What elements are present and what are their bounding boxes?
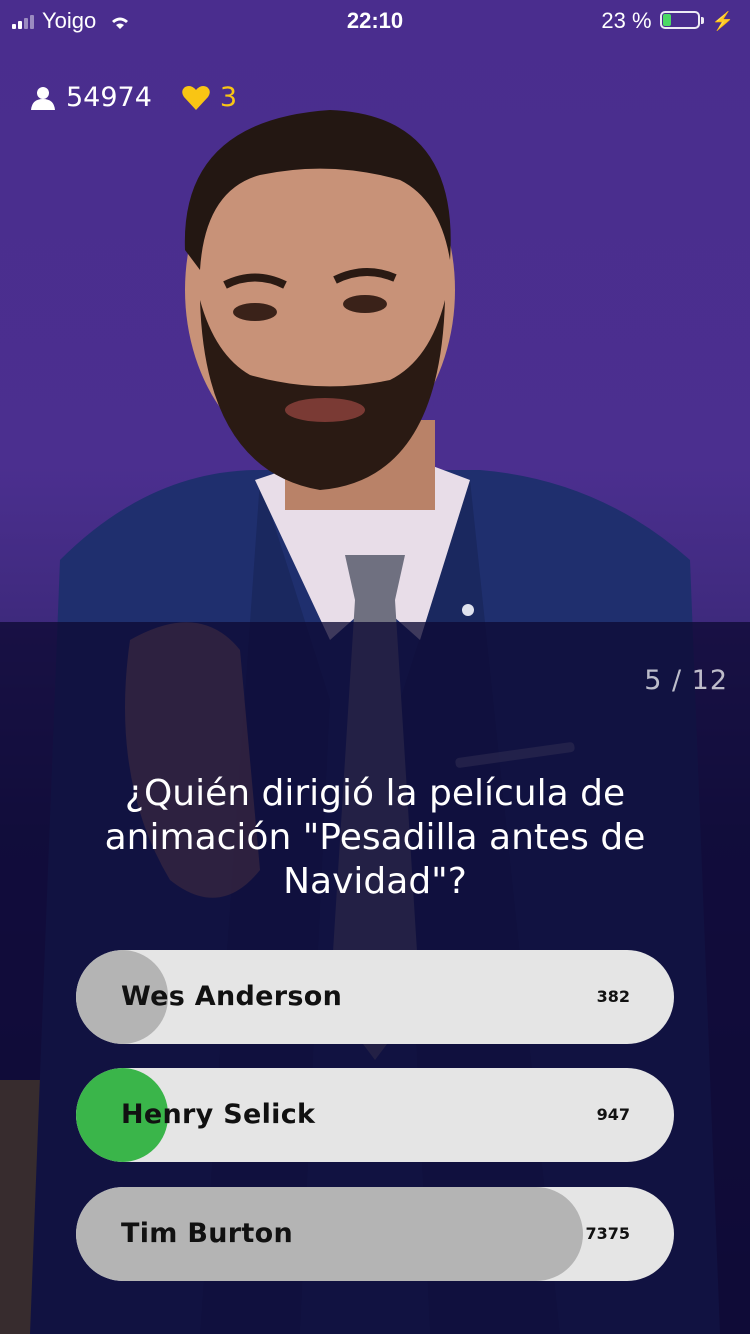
viewer-count: 54974	[30, 82, 152, 113]
game-stats: 54974 3	[30, 82, 237, 113]
battery-percent: 23 %	[601, 8, 652, 33]
answer-label: Henry Selick	[121, 1099, 316, 1130]
battery-level-fill	[662, 14, 671, 26]
question-text: ¿Quién dirigió la película de animación …	[104, 773, 646, 902]
answer-vote-count: 7375	[585, 1224, 630, 1243]
answer-label: Tim Burton	[121, 1218, 294, 1249]
answer-option-2[interactable]: Henry Selick 947	[76, 1068, 674, 1162]
question-counter: 5 / 12	[644, 665, 728, 696]
charging-bolt-icon: ⚡	[711, 10, 734, 31]
status-right: 23 % ⚡	[601, 8, 734, 34]
heart-icon	[182, 85, 210, 110]
status-bar: Yoigo 22:10 23 % ⚡	[0, 0, 750, 40]
viewer-count-value: 54974	[66, 82, 152, 113]
lives-count-value: 3	[219, 82, 238, 113]
answer-option-1[interactable]: Wes Anderson 382	[76, 950, 674, 1044]
battery-icon	[659, 11, 704, 31]
user-icon	[31, 86, 55, 110]
answer-vote-count: 382	[596, 987, 630, 1006]
answer-label: Wes Anderson	[121, 981, 343, 1012]
lives-count: 3	[182, 82, 237, 113]
trivia-screen: Yoigo 22:10 23 % ⚡ 54974 3 5 / 12 ¿Quién…	[0, 0, 750, 1334]
answer-vote-count: 947	[596, 1105, 630, 1124]
answer-option-3[interactable]: Tim Burton 7375	[76, 1187, 674, 1281]
